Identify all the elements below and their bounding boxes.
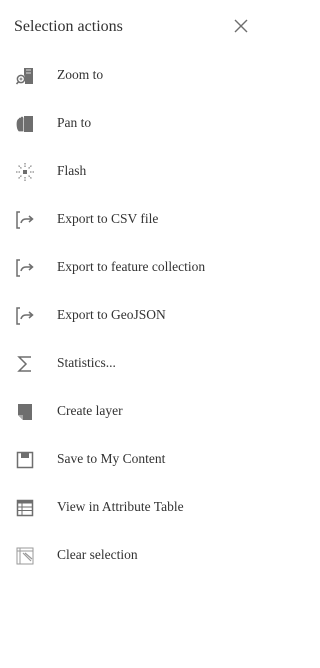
action-statistics[interactable]: Statistics... <box>0 342 252 386</box>
clear-selection-icon <box>14 545 36 567</box>
pan-to-icon <box>14 113 36 135</box>
action-label: View in Attribute Table <box>57 499 184 514</box>
action-label: Statistics... <box>57 355 116 370</box>
action-label: Clear selection <box>57 547 138 562</box>
export-icon <box>14 257 36 279</box>
statistics-icon <box>14 353 36 375</box>
action-label: Export to GeoJSON <box>57 307 166 322</box>
close-icon <box>233 18 249 34</box>
action-label: Create layer <box>57 403 123 418</box>
action-label: Zoom to <box>57 67 104 82</box>
action-label: Export to CSV file <box>57 211 159 226</box>
action-save-to-my-content[interactable]: Save to My Content <box>0 438 252 482</box>
panel-title: Selection actions <box>14 18 123 35</box>
action-label: Flash <box>57 163 87 178</box>
zoom-to-icon <box>14 65 36 87</box>
action-pan-to[interactable]: Pan to <box>0 102 252 146</box>
panel-header: Selection actions <box>0 0 252 54</box>
action-export-geojson[interactable]: Export to GeoJSON <box>0 294 252 338</box>
action-clear-selection[interactable]: Clear selection <box>0 534 252 578</box>
action-export-feature-collection[interactable]: Export to feature collection <box>0 246 252 290</box>
action-export-csv[interactable]: Export to CSV file <box>0 198 252 242</box>
action-label: Pan to <box>57 115 92 130</box>
save-icon <box>14 449 36 471</box>
create-layer-icon <box>14 401 36 423</box>
export-icon <box>14 209 36 231</box>
action-view-in-attribute-table[interactable]: View in Attribute Table <box>0 486 252 530</box>
action-flash[interactable]: Flash <box>0 150 252 194</box>
export-icon <box>14 305 36 327</box>
action-label: Export to feature collection <box>57 259 206 274</box>
table-icon <box>14 497 36 519</box>
flash-icon <box>14 161 36 183</box>
selection-actions-panel: Selection actions Zoom to Pan to Flash E… <box>0 0 252 668</box>
action-create-layer[interactable]: Create layer <box>0 390 252 434</box>
action-zoom-to[interactable]: Zoom to <box>0 54 252 98</box>
action-label: Save to My Content <box>57 451 166 466</box>
close-button[interactable] <box>230 15 252 37</box>
